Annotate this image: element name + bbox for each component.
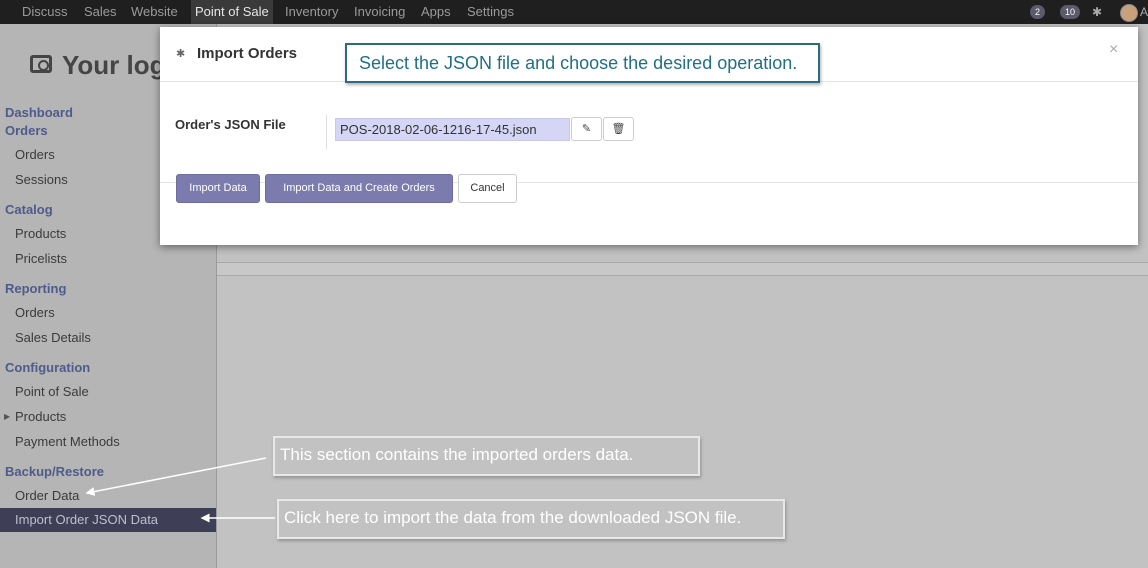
nav-discuss[interactable]: Discuss [22,0,68,24]
sidebar-section-configuration: Configuration [5,360,91,375]
sidebar-item-pricelists[interactable]: Pricelists [15,251,67,266]
edit-file-button[interactable]: ✎ [571,117,602,141]
callout-import-json: Click here to import the data from the d… [277,499,785,539]
sidebar-item-orders[interactable]: Orders [15,147,55,162]
chat-badge[interactable]: 2 [1030,5,1046,19]
close-icon[interactable]: × [1109,41,1118,59]
activity-badge[interactable]: 10 [1060,5,1081,19]
field-separator [326,115,327,149]
sidebar-item-payment-methods[interactable]: Payment Methods [15,434,120,449]
sidebar-item-point-of-sale[interactable]: Point of Sale [15,384,89,399]
sidebar-item-dashboard[interactable]: Dashboard [5,105,73,120]
bug-icon: ✱ [176,48,186,60]
nav-apps[interactable]: Apps [421,0,451,24]
company-logo: Your log [62,50,166,80]
sidebar-item-products[interactable]: Products [15,226,66,241]
content-divider [217,262,1148,276]
nav-invoicing[interactable]: Invoicing [354,0,405,24]
sidebar-item-reporting-orders[interactable]: Orders [15,305,55,320]
camera-icon [30,55,52,73]
dialog-title: Import Orders [197,45,298,62]
sidebar-section-orders: Orders [5,123,48,138]
delete-file-button[interactable]: 🗑 [603,117,634,141]
sidebar-item-sales-details[interactable]: Sales Details [15,330,91,345]
callout-select-json: Select the JSON file and choose the desi… [345,43,820,83]
callout-order-data: This section contains the imported order… [273,436,700,476]
cancel-button[interactable]: Cancel [458,174,517,203]
avatar[interactable] [1120,4,1138,22]
import-and-create-orders-button[interactable]: Import Data and Create Orders [265,174,453,203]
nav-point-of-sale[interactable]: Point of Sale [191,0,273,24]
json-file-field[interactable]: POS-2018-02-06-1216-17-45.json [335,118,570,141]
sidebar-section-catalog: Catalog [5,202,53,217]
bug-icon[interactable]: ✱ [1089,4,1105,20]
nav-sales[interactable]: Sales [84,0,117,24]
nav-website[interactable]: Website [131,0,178,24]
sidebar-item-config-products[interactable]: Products [15,409,66,424]
sidebar-item-order-data[interactable]: Order Data [15,488,79,503]
pencil-icon: ✎ [581,123,592,135]
sidebar-section-backup: Backup/Restore [5,464,104,479]
caret-right-icon[interactable]: ▶ [4,412,10,421]
nav-settings[interactable]: Settings [467,0,514,24]
sidebar-item-sessions[interactable]: Sessions [15,172,68,187]
sidebar-section-reporting: Reporting [5,281,67,296]
nav-inventory[interactable]: Inventory [285,0,338,24]
trash-icon: 🗑 [611,123,626,135]
user-name[interactable]: A [1140,4,1148,20]
json-file-label: Order's JSON File [175,117,286,132]
import-data-button[interactable]: Import Data [176,174,260,203]
sidebar-item-import-order-json[interactable]: Import Order JSON Data [0,508,216,532]
